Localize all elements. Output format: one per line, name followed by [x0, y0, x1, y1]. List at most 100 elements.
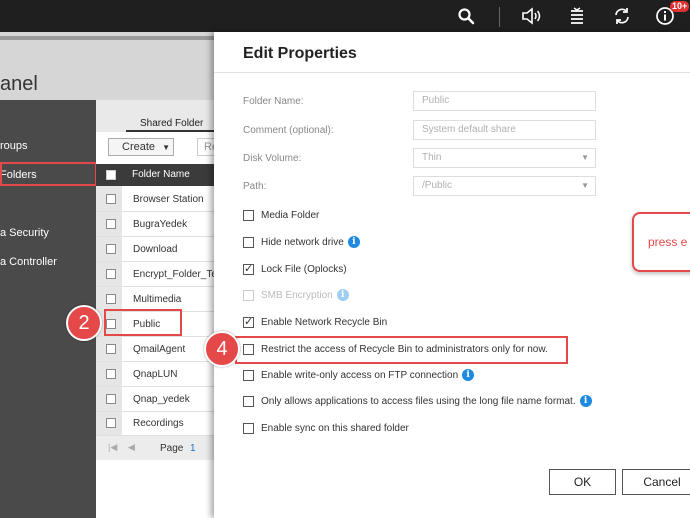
shared-folders-highlight	[0, 162, 97, 186]
chevron-down-icon: ▼	[162, 143, 171, 152]
create-button[interactable]: Create ▼	[108, 138, 174, 156]
table-row[interactable]: Encrypt_Folder_Tes	[96, 262, 222, 287]
nav-item-groups[interactable]: roups	[0, 140, 96, 152]
info-icon[interactable]: i	[347, 236, 360, 248]
title-divider	[214, 72, 690, 73]
comment-field[interactable]: System default share	[413, 120, 596, 140]
create-button-label: Create	[122, 141, 156, 153]
path-select[interactable]: /Public ▼	[413, 176, 596, 196]
option-ftp-write-only[interactable]: Enable write-only access on FTP connecti…	[243, 368, 475, 382]
chevron-down-icon: ▼	[581, 153, 589, 162]
media-folder-checkbox[interactable]	[243, 209, 254, 221]
table-row[interactable]: Browser Station	[96, 187, 214, 212]
cancel-button[interactable]: Cancel	[622, 469, 690, 495]
folder-name-label: Folder Name:	[243, 96, 304, 107]
tab-underline	[126, 130, 214, 132]
folder-name: Browser Station	[133, 194, 204, 205]
option-network-recycle-bin[interactable]: Enable Network Recycle Bin	[243, 315, 387, 329]
table-row[interactable]: QnapLUN	[96, 362, 214, 387]
row-checkbox[interactable]	[106, 194, 116, 204]
option-hide-network-drive[interactable]: Hide network drive i	[243, 235, 360, 249]
restrict-option-highlight	[235, 336, 568, 364]
table-row[interactable]: Qnap_yedek	[96, 387, 214, 412]
table-row[interactable]: Download	[96, 237, 214, 262]
folder-name: Download	[133, 244, 178, 255]
tab-shared-folder[interactable]: Shared Folder	[140, 118, 203, 129]
ok-button[interactable]: OK	[549, 469, 616, 495]
step-2-marker: 2	[66, 305, 102, 341]
step-4-marker: 4	[204, 331, 240, 367]
column-header-folder-name[interactable]: Folder Name	[132, 169, 190, 180]
pager: |◀ ◀ Page 1	[96, 436, 214, 460]
nav-item-domain-controller[interactable]: a Controller	[0, 256, 96, 268]
ftp-write-only-checkbox[interactable]	[243, 369, 254, 381]
first-page-icon[interactable]: |◀	[108, 442, 117, 453]
info-icon[interactable]: i	[579, 395, 592, 407]
volume-icon[interactable]	[520, 4, 544, 28]
option-lock-file[interactable]: Lock File (Oplocks)	[243, 262, 347, 276]
path-label: Path:	[243, 181, 267, 192]
callout-text: press e	[648, 235, 688, 249]
smb-encryption-checkbox	[243, 289, 254, 301]
chevron-down-icon: ▼	[581, 181, 589, 190]
control-panel-title: anel	[0, 73, 38, 95]
enable-sync-checkbox[interactable]	[243, 422, 254, 434]
folder-name: QmailAgent	[133, 344, 186, 355]
folder-name: Recordings	[133, 418, 184, 429]
prev-page-icon[interactable]: ◀	[128, 442, 135, 453]
notification-badge: 10+	[670, 1, 690, 12]
option-label: Lock File (Oplocks)	[261, 263, 347, 275]
sync-icon[interactable]	[610, 4, 634, 28]
folder-name: QnapLUN	[133, 369, 178, 380]
option-enable-sync[interactable]: Enable sync on this shared folder	[243, 421, 409, 435]
info-icon[interactable]: i	[462, 369, 475, 381]
select-all-checkbox[interactable]	[106, 170, 116, 180]
row-checkbox[interactable]	[106, 418, 116, 428]
folder-name: Multimedia	[133, 294, 182, 305]
recycle-bin-checkbox[interactable]	[243, 315, 254, 328]
option-media-folder[interactable]: Media Folder	[243, 208, 319, 222]
search-icon[interactable]	[454, 4, 478, 28]
option-smb-encryption: SMB Encryption i	[243, 288, 349, 302]
dialog-title: Edit Properties	[243, 45, 357, 62]
option-label: Enable Network Recycle Bin	[261, 316, 388, 328]
table-row[interactable]: QmailAgent	[96, 337, 214, 362]
nav-item-security[interactable]: a Security	[0, 227, 96, 239]
path-value: /Public	[422, 180, 453, 191]
option-label: Enable sync on this shared folder	[261, 422, 409, 434]
row-checkbox[interactable]	[106, 344, 116, 354]
folder-name: Qnap_yedek	[133, 394, 190, 405]
comment-label: Comment (optional):	[243, 125, 334, 136]
system-top-bar: 10+	[0, 0, 690, 32]
public-row-highlight	[104, 309, 182, 336]
row-checkbox[interactable]	[106, 219, 116, 229]
row-checkbox[interactable]	[106, 369, 116, 379]
folder-name: BugraYedek	[133, 219, 188, 230]
folder-table-header: Folder Name	[96, 164, 214, 186]
lock-file-checkbox[interactable]	[243, 262, 254, 275]
table-row[interactable]: Recordings	[96, 411, 214, 436]
option-label: Enable write-only access on FTP connecti…	[261, 369, 459, 381]
row-checkbox[interactable]	[106, 294, 116, 304]
option-label: Media Folder	[261, 209, 320, 221]
pager-label: Page	[160, 443, 184, 454]
option-label: Only allows applications to access files…	[261, 395, 576, 407]
row-checkbox[interactable]	[106, 269, 116, 279]
hide-network-drive-checkbox[interactable]	[243, 236, 254, 248]
info-icon[interactable]: i	[336, 289, 349, 301]
table-row[interactable]: BugraYedek	[96, 212, 214, 237]
topbar-separator	[499, 7, 500, 27]
row-checkbox[interactable]	[106, 394, 116, 404]
disk-volume-label: Disk Volume:	[243, 153, 302, 164]
option-long-file-name[interactable]: Only allows applications to access files…	[243, 394, 592, 408]
option-label: Hide network drive	[261, 236, 344, 248]
row-checkbox[interactable]	[106, 244, 116, 254]
folder-name: Encrypt_Folder_Tes	[133, 269, 222, 280]
disk-volume-value: Thin	[422, 152, 442, 163]
folder-name-field[interactable]: Public	[413, 91, 596, 111]
page-number-input[interactable]: 1	[190, 443, 196, 454]
tasks-icon[interactable]	[565, 4, 589, 28]
long-file-name-checkbox[interactable]	[243, 395, 254, 407]
disk-volume-select[interactable]: Thin ▼	[413, 148, 596, 168]
option-label: SMB Encryption	[261, 289, 333, 301]
